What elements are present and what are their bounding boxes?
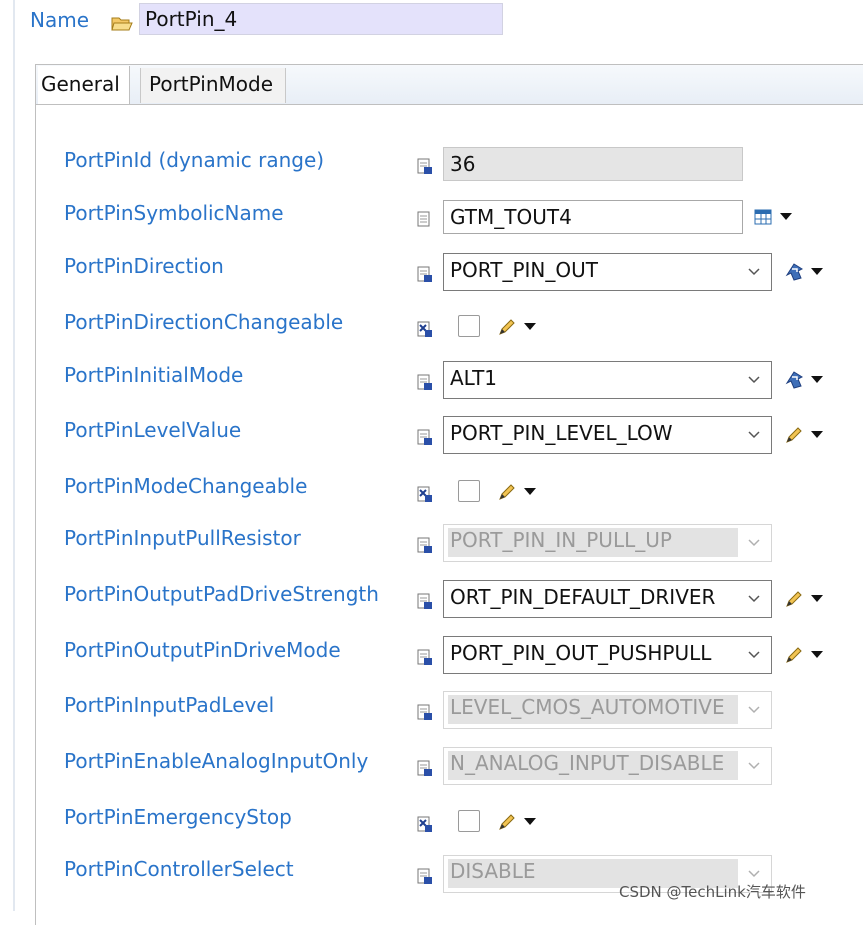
chevron-down-icon[interactable] <box>747 758 761 777</box>
dropdown-arrow-icon[interactable] <box>524 323 536 330</box>
table-link-icon[interactable] <box>754 208 772 230</box>
param-label: PortPinEnableAnalogInputOnly <box>64 749 369 773</box>
param-label: PortPinControllerSelect <box>64 857 294 881</box>
left-border <box>13 0 15 911</box>
enum-param-icon <box>417 649 433 670</box>
string-param-icon <box>417 211 433 232</box>
dropdown-value: LEVEL_CMOS_AUTOMOTIVE <box>448 695 738 724</box>
param-label: PortPinInputPadLevel <box>64 693 275 717</box>
param-label: PortPinInputPullResistor <box>64 526 301 550</box>
param-row: PortPinControllerSelect DISABLE <box>0 0 863 893</box>
value-dropdown[interactable]: PORT_PIN_OUT_PUSHPULL <box>443 636 772 674</box>
dropdown-arrow-icon[interactable] <box>811 431 823 438</box>
pencil-icon[interactable] <box>498 813 516 835</box>
enum-param-icon <box>417 868 433 889</box>
param-label: PortPinModeChangeable <box>64 474 308 498</box>
checkbox[interactable] <box>458 810 480 832</box>
param-label: PortPinInitialMode <box>64 363 244 387</box>
dropdown-arrow-icon[interactable] <box>524 818 536 825</box>
pencil-icon[interactable] <box>785 426 803 448</box>
dropdown-value: PORT_PIN_OUT <box>450 258 598 282</box>
param-label: PortPinEmergencyStop <box>64 805 292 829</box>
boolean-param-icon <box>417 321 433 342</box>
chevron-down-icon[interactable] <box>747 372 761 391</box>
boolean-param-icon <box>417 486 433 507</box>
derived-value-icon[interactable] <box>785 263 804 285</box>
param-label: PortPinSymbolicName <box>64 201 284 225</box>
dropdown-arrow-icon[interactable] <box>811 651 823 658</box>
boolean-param-icon <box>417 816 433 837</box>
dropdown-value: PORT_PIN_LEVEL_LOW <box>450 421 673 445</box>
dropdown-value: N_ANALOG_INPUT_DISABLE <box>448 751 738 780</box>
derived-value-icon[interactable] <box>785 371 804 393</box>
enum-param-icon <box>417 593 433 614</box>
integer-param-icon <box>417 158 433 179</box>
param-label: PortPinLevelValue <box>64 418 242 442</box>
chevron-down-icon[interactable] <box>747 535 761 554</box>
enum-param-icon <box>417 760 433 781</box>
chevron-down-icon[interactable] <box>747 702 761 721</box>
pencil-icon[interactable] <box>498 318 516 340</box>
param-label: PortPinId (dynamic range) <box>64 148 325 172</box>
dropdown-value: PORT_PIN_DEFAULT_DRIVER <box>450 585 716 609</box>
param-label: PortPinOutputPinDriveMode <box>64 638 341 662</box>
readonly-value: 36 <box>443 147 743 181</box>
enum-param-icon <box>417 704 433 725</box>
text-input[interactable]: GTM_TOUT4 <box>443 200 743 234</box>
value-dropdown[interactable]: PORT_PIN_DEFAULT_DRIVER <box>443 580 772 618</box>
checkbox[interactable] <box>458 480 480 502</box>
enum-param-icon <box>417 429 433 450</box>
param-label: PortPinDirection <box>64 254 224 278</box>
param-label: PortPinDirectionChangeable <box>64 310 344 334</box>
enum-param-icon <box>417 266 433 287</box>
checkbox[interactable] <box>458 315 480 337</box>
param-label: PortPinOutputPadDriveStrength <box>64 582 379 606</box>
pencil-icon[interactable] <box>785 646 803 668</box>
chevron-down-icon[interactable] <box>747 427 761 446</box>
dropdown-arrow-icon[interactable] <box>524 488 536 495</box>
enum-param-icon <box>417 537 433 558</box>
dropdown-value: ALT1 <box>450 366 498 390</box>
watermark: CSDN @TechLink汽车软件 <box>619 883 806 901</box>
chevron-down-icon[interactable] <box>747 264 761 283</box>
enum-param-icon <box>417 374 433 395</box>
pencil-icon[interactable] <box>785 590 803 612</box>
value-dropdown: N_ANALOG_INPUT_DISABLE <box>443 747 772 785</box>
dropdown-value: PORT_PIN_IN_PULL_UP <box>448 528 738 557</box>
chevron-down-icon[interactable] <box>747 591 761 610</box>
value-dropdown[interactable]: PORT_PIN_LEVEL_LOW <box>443 416 772 454</box>
value-dropdown[interactable]: ALT1 <box>443 361 772 399</box>
tab-portpinmode[interactable]: PortPinMode <box>140 68 286 103</box>
pencil-icon[interactable] <box>498 483 516 505</box>
dropdown-arrow-icon[interactable] <box>811 268 823 275</box>
dropdown-arrow-icon[interactable] <box>811 595 823 602</box>
tab-general[interactable]: General <box>38 66 130 104</box>
value-dropdown: PORT_PIN_IN_PULL_UP <box>443 524 772 562</box>
chevron-down-icon[interactable] <box>747 647 761 666</box>
value-dropdown[interactable]: PORT_PIN_OUT <box>443 253 772 291</box>
dropdown-arrow-icon[interactable] <box>811 376 823 383</box>
dropdown-value: PORT_PIN_OUT_PUSHPULL <box>450 641 712 665</box>
value-dropdown: LEVEL_CMOS_AUTOMOTIVE <box>443 691 772 729</box>
dropdown-arrow-icon[interactable] <box>780 213 792 220</box>
